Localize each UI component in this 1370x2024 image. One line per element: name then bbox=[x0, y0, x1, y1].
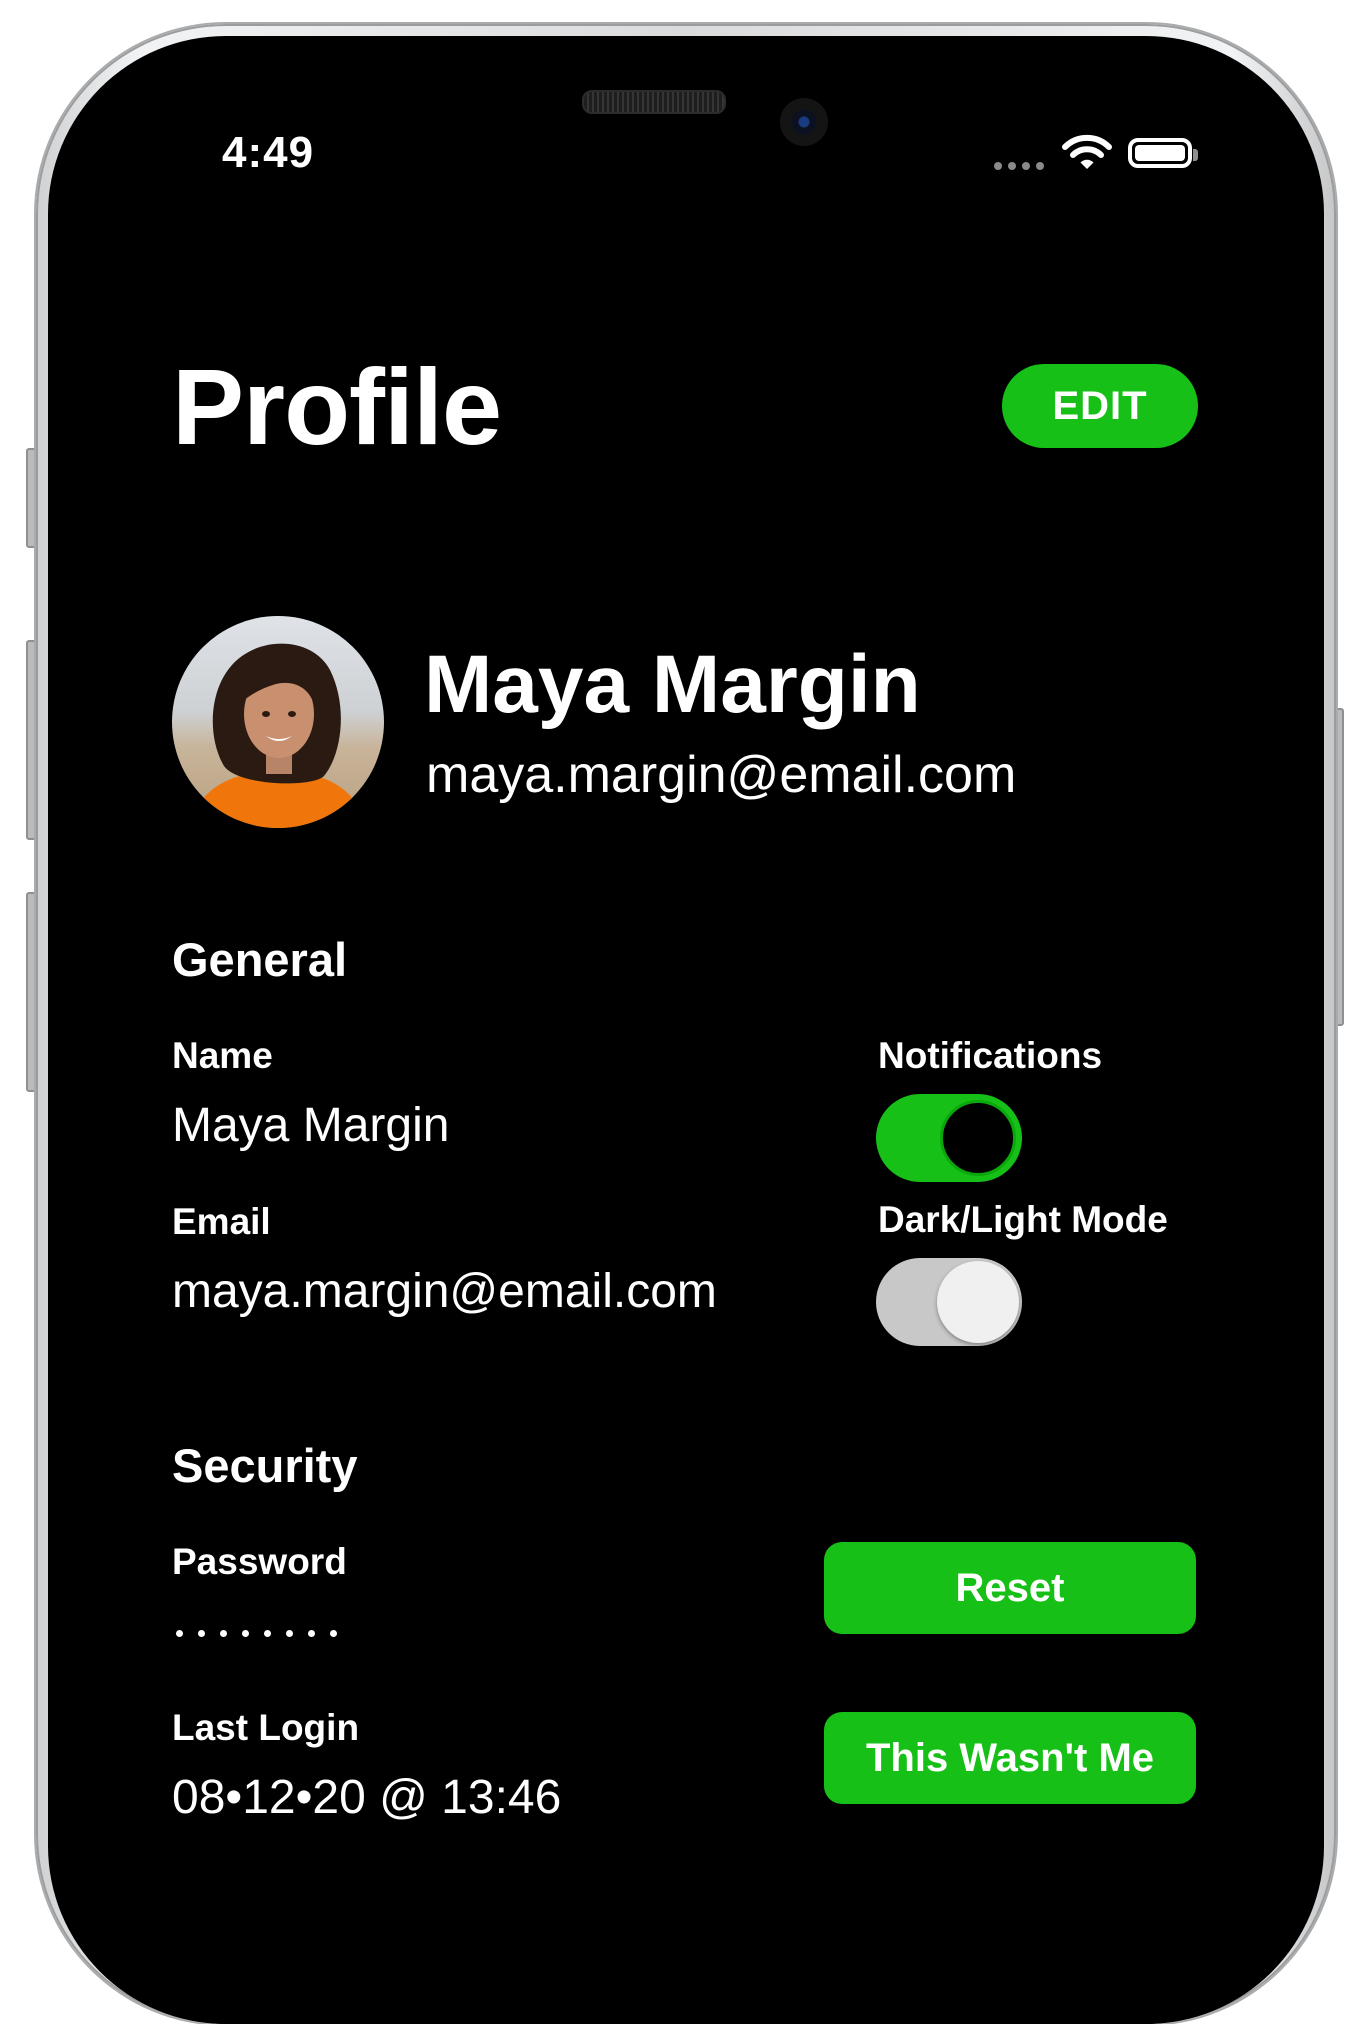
toggle-knob bbox=[940, 1100, 1016, 1176]
status-time: 4:49 bbox=[222, 128, 315, 177]
name-value: Maya Margin bbox=[172, 1099, 450, 1152]
dark-light-mode-label: Dark/Light Mode bbox=[878, 1199, 1168, 1240]
email-label: Email bbox=[172, 1201, 271, 1242]
email-value: maya.margin@email.com bbox=[172, 1265, 717, 1318]
cellular-signal-icon bbox=[994, 162, 1044, 170]
notifications-toggle[interactable] bbox=[876, 1094, 1022, 1182]
profile-name: Maya Margin bbox=[424, 639, 921, 730]
front-camera bbox=[780, 98, 828, 146]
general-section-title: General bbox=[172, 933, 348, 986]
profile-email: maya.margin@email.com bbox=[426, 746, 1017, 804]
last-login-value: 08•12•20 @ 13:46 bbox=[172, 1771, 562, 1824]
notifications-label: Notifications bbox=[878, 1035, 1103, 1076]
earpiece-speaker bbox=[582, 90, 726, 114]
toggle-knob bbox=[937, 1261, 1019, 1343]
battery-icon bbox=[1128, 138, 1198, 168]
avatar bbox=[172, 616, 384, 828]
avatar-photo bbox=[172, 616, 384, 828]
edit-button[interactable]: EDIT bbox=[1002, 364, 1198, 448]
password-label: Password bbox=[172, 1541, 347, 1582]
reset-password-button[interactable]: Reset bbox=[824, 1542, 1196, 1634]
name-label: Name bbox=[172, 1035, 273, 1076]
page-title: Profile bbox=[172, 346, 502, 467]
dark-light-mode-toggle[interactable] bbox=[876, 1258, 1022, 1346]
security-section-title: Security bbox=[172, 1439, 358, 1492]
password-mask bbox=[176, 1630, 337, 1637]
last-login-label: Last Login bbox=[172, 1707, 360, 1748]
this-wasnt-me-button[interactable]: This Wasn't Me bbox=[824, 1712, 1196, 1804]
wifi-icon bbox=[1062, 134, 1112, 169]
